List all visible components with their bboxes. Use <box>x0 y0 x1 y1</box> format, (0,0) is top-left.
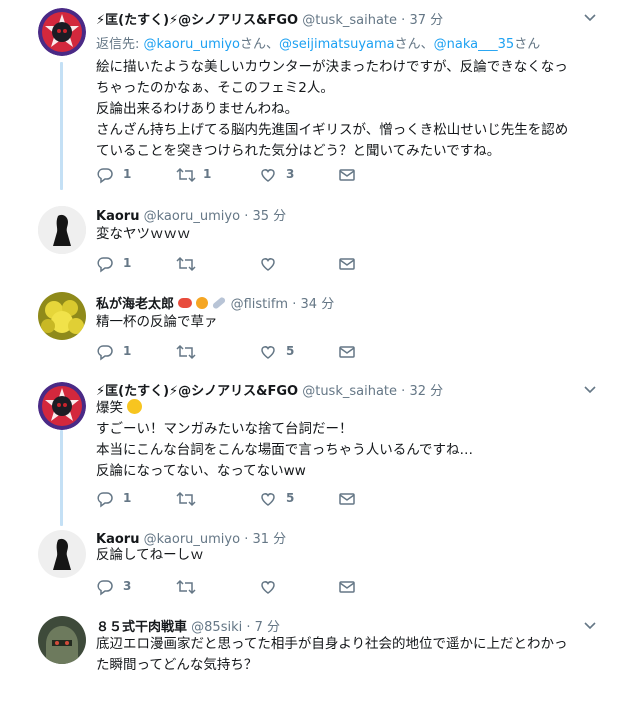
reply-icon <box>97 580 113 596</box>
honorific: さん <box>514 37 541 52</box>
separator: · <box>401 13 406 28</box>
tweet[interactable]: ８５式干肉戦車 @85siki · 7 分 底辺エロ漫画家だと思ってた相手が自身… <box>0 610 632 713</box>
pill-emoji-icon <box>212 296 227 310</box>
reply-icon <box>97 345 113 361</box>
laughing-emoji-icon <box>127 399 143 414</box>
avatar[interactable] <box>38 616 86 664</box>
tweet[interactable]: Kaoru @kaoru_umiyo · 31 分 反論してねーしｗ 3 <box>0 522 632 610</box>
tweet-text: 変なヤツｗｗｗ <box>96 226 191 242</box>
retweet-icon <box>176 344 196 360</box>
separator: · <box>244 209 249 224</box>
retweet-icon <box>176 256 196 272</box>
heart-icon <box>261 258 275 271</box>
envelope-icon <box>339 493 355 505</box>
envelope-icon <box>339 581 355 593</box>
tweet-text: 底辺エロ漫画家だと思ってた相手が自身より社会的地位で遥かに上だとわかっ た瞬間っ… <box>96 636 568 673</box>
handle[interactable]: @flistifm <box>231 297 289 312</box>
tweet[interactable]: Kaoru @kaoru_umiyo · 35 分 変なヤツｗｗｗ 1 <box>0 198 632 286</box>
like-count: 5 <box>286 491 295 505</box>
separator: · <box>246 620 251 635</box>
heart-icon <box>261 346 275 359</box>
reply-icon <box>97 168 113 184</box>
retweet-icon <box>176 167 196 183</box>
avatar[interactable] <box>38 206 86 254</box>
replying-to: 返信先: @kaoru_umiyoさん、@seijimatsuyamaさん、@n… <box>96 33 540 52</box>
timestamp[interactable]: 7 分 <box>255 620 280 635</box>
like-count: 5 <box>286 344 295 358</box>
separator: · <box>401 384 406 399</box>
tweet[interactable]: 私が海老太郎 @flistifm · 34 分 精一杯の反論で草ァ 1 5 <box>0 286 632 374</box>
reply-icon <box>97 492 113 508</box>
like-count: 3 <box>286 167 295 181</box>
reply-count: 3 <box>123 579 132 593</box>
separator: · <box>292 297 297 312</box>
tweet-text: 爆笑 すごーい！マンガみたいな捨て台詞だー！ 本当にこんな台詞をこんな場面で言っ… <box>96 399 474 479</box>
avatar[interactable] <box>38 382 86 430</box>
replying-to-label: 返信先: <box>96 37 140 52</box>
display-name[interactable]: ８５式干肉戦車 <box>96 620 187 635</box>
heart-icon <box>261 493 275 506</box>
display-name[interactable]: ⚡匡(たすく)⚡@シノアリス&FGO <box>96 384 298 399</box>
chevron-down-icon[interactable] <box>584 14 596 22</box>
heart-icon <box>261 169 275 182</box>
shrimp-emoji-icon <box>178 298 193 308</box>
avatar[interactable] <box>38 530 86 578</box>
timestamp[interactable]: 31 分 <box>252 532 286 547</box>
tweet[interactable]: ⚡匡(たすく)⚡@シノアリス&FGO @tusk_saihate · 32 分 … <box>0 374 632 522</box>
reply-count: 1 <box>123 256 132 270</box>
handle[interactable]: @tusk_saihate <box>302 384 397 399</box>
envelope-icon <box>339 169 355 181</box>
heart-icon <box>261 581 275 594</box>
reply-count: 1 <box>123 491 132 505</box>
chevron-down-icon[interactable] <box>584 386 596 394</box>
mention-link[interactable]: @seijimatsuyama <box>279 37 395 52</box>
honorific: さん、 <box>240 37 280 52</box>
handle[interactable]: @kaoru_umiyo <box>144 209 240 224</box>
timestamp[interactable]: 37 分 <box>409 13 443 28</box>
retweet-icon <box>176 491 196 507</box>
separator: · <box>244 532 249 547</box>
avatar[interactable] <box>38 8 86 56</box>
reply-count: 1 <box>123 344 132 358</box>
handle[interactable]: @tusk_saihate <box>302 13 397 28</box>
chevron-down-icon[interactable] <box>584 622 596 630</box>
envelope-icon <box>339 346 355 358</box>
tweet-text: 精一杯の反論で草ァ <box>96 314 218 330</box>
tweet[interactable]: ⚡匡(たすく)⚡@シノアリス&FGO @tusk_saihate · 37 分 … <box>0 0 632 198</box>
tweet-text: 絵に描いたような美しいカウンターが決まったわけですが、反論できなくなっ ちゃった… <box>96 59 569 159</box>
tweet-text: 反論してねーしｗ <box>96 547 204 563</box>
timestamp[interactable]: 32 分 <box>409 384 443 399</box>
display-name[interactable]: Kaoru <box>96 209 139 224</box>
retweet-icon <box>176 579 196 595</box>
timestamp[interactable]: 34 分 <box>301 297 335 312</box>
retweet-count: 1 <box>203 167 212 181</box>
reply-count: 1 <box>123 167 132 181</box>
display-name[interactable]: 私が海老太郎 <box>96 297 174 312</box>
avatar[interactable] <box>38 292 86 340</box>
display-name[interactable]: ⚡匡(たすく)⚡@シノアリス&FGO <box>96 13 298 28</box>
orange-emoji-icon <box>196 297 209 309</box>
timestamp[interactable]: 35 分 <box>252 209 286 224</box>
handle[interactable]: @85siki <box>191 620 242 635</box>
mention-link[interactable]: @kaoru_umiyo <box>144 37 240 52</box>
honorific: さん、 <box>394 37 434 52</box>
mention-link[interactable]: @naka___35 <box>434 37 515 52</box>
envelope-icon <box>339 258 355 270</box>
reply-icon <box>97 257 113 273</box>
